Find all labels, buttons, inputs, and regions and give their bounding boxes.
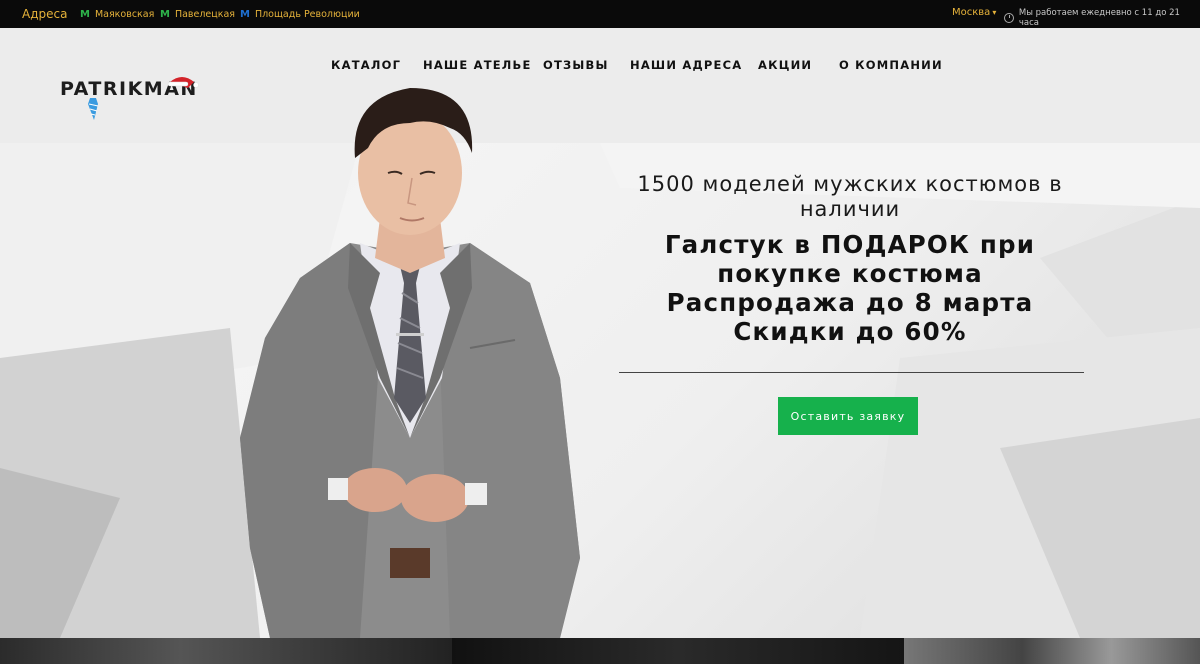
hours-text: Мы работаем ежедневно с 11 до 21 часа bbox=[1018, 8, 1180, 28]
leave-request-button[interactable]: Оставить заявку bbox=[778, 397, 918, 435]
hero-headline-line: Галстук в ПОДАРОК при bbox=[664, 230, 1036, 259]
nav-item-addresses[interactable]: НАШИ АДРЕСА bbox=[630, 58, 742, 72]
metro-icon: М bbox=[160, 9, 170, 20]
nav-item-promotions[interactable]: АКЦИИ bbox=[758, 58, 812, 72]
city-dropdown[interactable]: Москва ▾ bbox=[952, 7, 996, 18]
hero-headline-line: Распродажа до 8 марта bbox=[666, 288, 1034, 317]
thumbnail-image[interactable] bbox=[0, 638, 452, 664]
hero-headline: Галстук в ПОДАРОК при покупке костюма Ра… bbox=[600, 230, 1100, 346]
metro-icon: М bbox=[80, 9, 90, 20]
thumbnail-image[interactable] bbox=[904, 638, 1200, 664]
nav-item-catalog[interactable]: КАТАЛОГ bbox=[331, 58, 401, 72]
metro-link-ploshchad-revolyutsii[interactable]: М Площадь Революции bbox=[240, 9, 360, 20]
main-nav: КАТАЛОГ НАШЕ АТЕЛЬЕ ОТЗЫВЫ НАШИ АДРЕСА А… bbox=[0, 58, 1200, 78]
nav-item-about[interactable]: О КОМПАНИИ bbox=[839, 58, 943, 72]
hero-divider bbox=[619, 372, 1084, 373]
hero-headline-line: покупке костюма bbox=[717, 259, 983, 288]
thumbnail-image[interactable] bbox=[452, 638, 904, 664]
metro-label: Площадь Революции bbox=[254, 9, 360, 20]
metro-link-mayakovskaya[interactable]: М Маяковская bbox=[80, 9, 154, 20]
page: Адреса М Маяковская М Павелецкая М Площа… bbox=[0, 0, 1200, 664]
bottom-thumbnails bbox=[0, 638, 1200, 664]
city-label: Москва bbox=[952, 7, 991, 18]
nav-item-atelier[interactable]: НАШЕ АТЕЛЬЕ bbox=[423, 58, 532, 72]
hero-headline-line: Скидки до 60% bbox=[733, 317, 967, 346]
hero-model-image bbox=[240, 88, 580, 638]
working-hours: Мы работаем ежедневно с 11 до 21 часа bbox=[1004, 8, 1200, 28]
clock-icon bbox=[1004, 13, 1014, 23]
metro-label: Павелецкая bbox=[174, 9, 236, 20]
logo[interactable]: PATRIKMAN bbox=[60, 76, 205, 124]
metro-icon: М bbox=[240, 9, 250, 20]
addresses-label[interactable]: Адреса bbox=[22, 7, 67, 21]
nav-item-reviews[interactable]: ОТЗЫВЫ bbox=[543, 58, 609, 72]
hero-subtitle: 1500 моделей мужских костюмов в наличии bbox=[637, 172, 1063, 221]
caret-down-icon: ▾ bbox=[992, 8, 997, 17]
metro-label: Маяковская bbox=[94, 9, 155, 20]
top-bar: Адреса М Маяковская М Павелецкая М Площа… bbox=[0, 0, 1200, 28]
tie-logo-icon bbox=[88, 77, 199, 120]
metro-link-paveletskaya[interactable]: М Павелецкая bbox=[160, 9, 235, 20]
